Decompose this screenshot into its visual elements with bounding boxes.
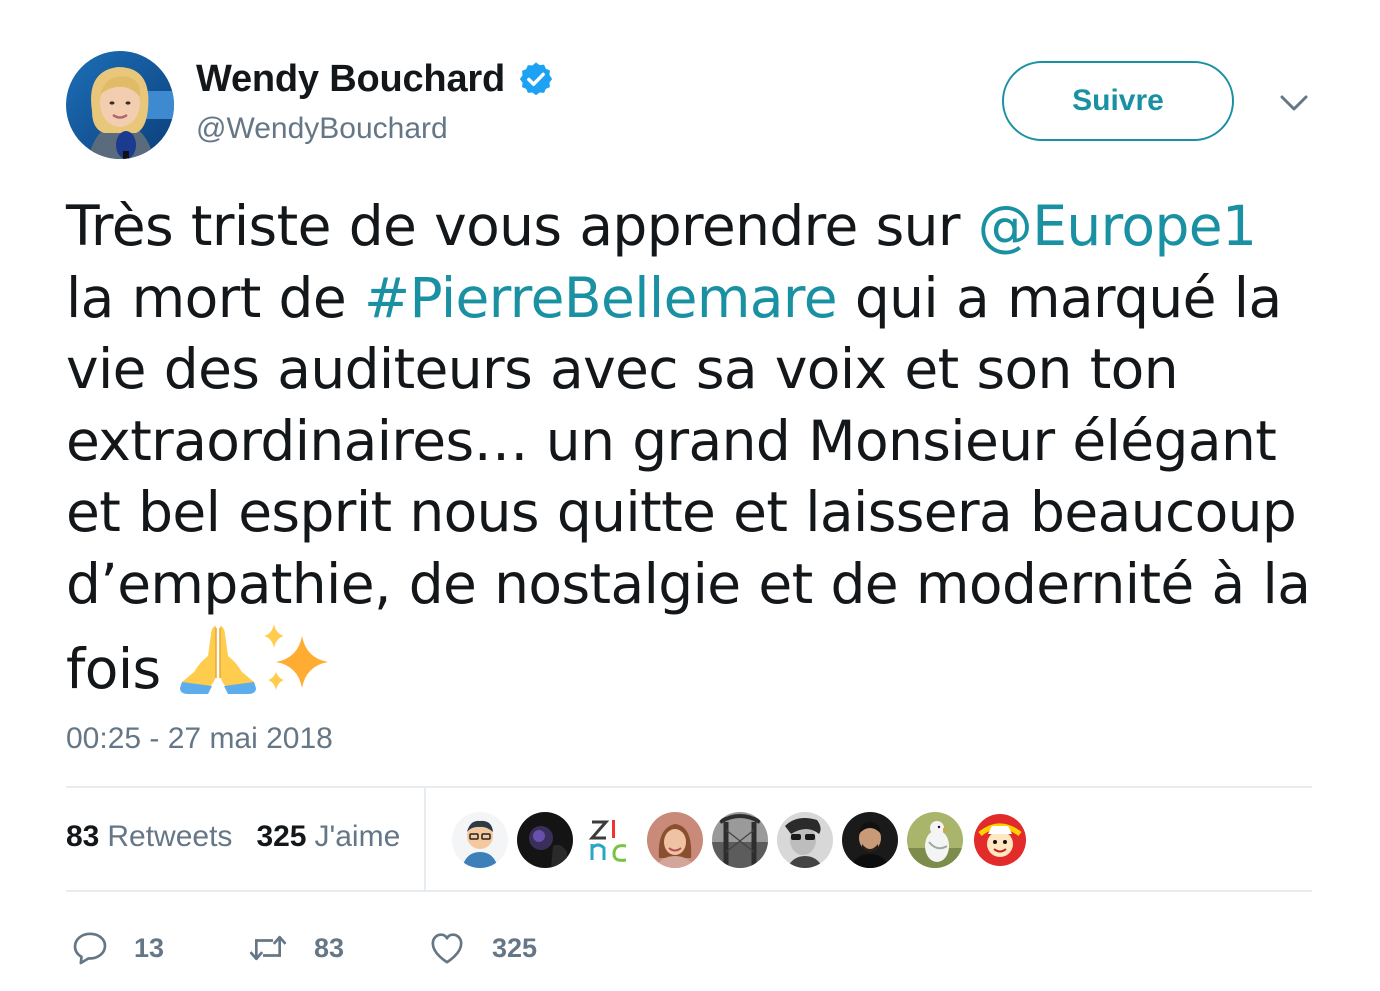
liker-avatar[interactable] — [582, 812, 638, 868]
like-action[interactable]: 325 — [426, 928, 537, 968]
liker-avatar[interactable] — [907, 812, 963, 868]
like-count: 325 — [492, 932, 538, 963]
reply-count: 13 — [134, 932, 165, 963]
retweet-action[interactable]: 83 — [246, 928, 426, 968]
divider — [424, 788, 426, 890]
liker-avatar[interactable] — [647, 812, 703, 868]
divider — [66, 890, 1312, 892]
heart-icon — [426, 928, 468, 968]
mention-link[interactable]: @Europe1 — [978, 194, 1257, 258]
sparkles-emoji — [258, 620, 338, 696]
hashtag-link[interactable]: #PierreBellemare — [364, 266, 838, 330]
likers-avatars — [452, 812, 1028, 868]
tweet-text-part: Très triste de vous apprendre sur — [66, 194, 978, 258]
liker-avatar[interactable] — [842, 812, 898, 868]
liker-avatar[interactable] — [777, 812, 833, 868]
author-display-name[interactable]: Wendy Bouchard — [196, 58, 505, 101]
reply-icon — [70, 928, 110, 968]
likes-stat-label: J'aime — [314, 820, 401, 853]
tweet-timestamp[interactable]: 00:25 - 27 mai 2018 — [66, 722, 333, 756]
author-avatar[interactable] — [66, 51, 174, 159]
retweets-stat-count: 83 — [66, 820, 100, 853]
chevron-down-icon[interactable] — [1276, 88, 1312, 118]
folded-hands-emoji — [178, 620, 258, 696]
tweet-card: Wendy Bouchard @WendyBouchard Suivre Trè… — [0, 0, 1380, 991]
retweet-count: 83 — [314, 932, 345, 963]
author-name-row: Wendy Bouchard — [196, 56, 555, 102]
tweet-text-part: la mort de — [66, 265, 364, 330]
tweet-text: Très triste de vous apprendre sur @Europ… — [66, 191, 1316, 706]
divider — [66, 786, 1312, 788]
likes-stat-count: 325 — [256, 820, 307, 853]
reply-action[interactable]: 13 — [70, 928, 240, 968]
liker-avatar[interactable] — [517, 812, 573, 868]
follow-button[interactable]: Suivre — [1002, 61, 1234, 141]
likes-stat[interactable]: 325 J'aime — [256, 820, 400, 854]
tweet-actions: 13 83 325 — [70, 920, 537, 976]
retweet-icon — [246, 928, 290, 968]
retweets-stat-label: Retweets — [107, 820, 233, 853]
retweets-stat[interactable]: 83 Retweets — [66, 820, 232, 854]
liker-avatar[interactable] — [972, 812, 1028, 868]
liker-avatar[interactable] — [712, 812, 768, 868]
author-handle[interactable]: @WendyBouchard — [196, 112, 448, 146]
liker-avatar[interactable] — [452, 812, 508, 868]
verified-badge-icon — [517, 60, 555, 98]
engagement-stats: 83 Retweets 325 J'aime — [66, 820, 400, 854]
